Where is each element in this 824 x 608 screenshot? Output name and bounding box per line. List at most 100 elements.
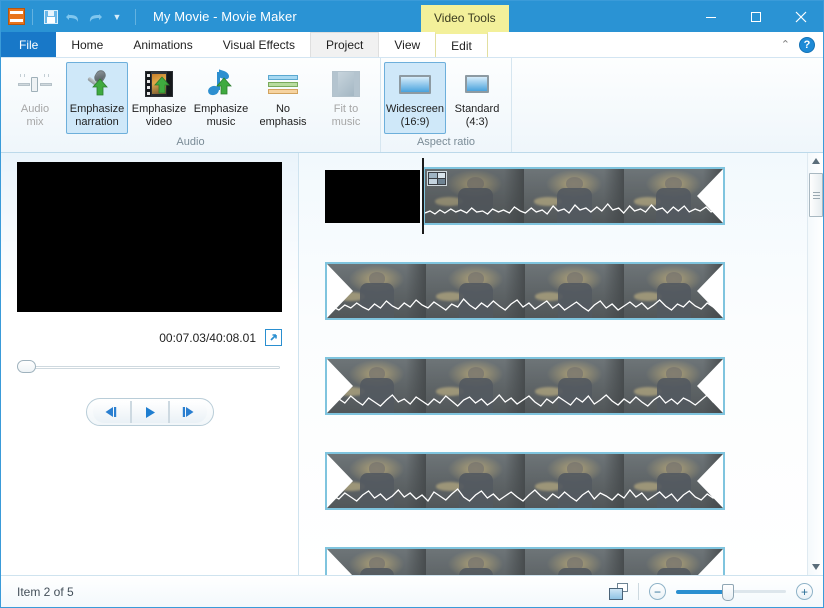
scrollbar-thumb[interactable]	[809, 173, 823, 217]
emphasize-narration-label: Emphasize narration	[69, 103, 125, 128]
seek-track	[25, 365, 280, 369]
ribbon-group-audio: Audio mix Emphasize narration Emphasize …	[1, 58, 380, 152]
fit-to-music-label: Fit to music	[331, 103, 361, 128]
emphasize-narration-icon	[77, 67, 117, 101]
audio-mix-label: Audio mix	[20, 103, 50, 128]
no-emphasis-button[interactable]: No emphasis	[252, 62, 314, 134]
clip-thumbnails	[327, 454, 723, 508]
emphasize-narration-button[interactable]: Emphasize narration	[66, 62, 128, 134]
tab-view[interactable]: View	[379, 32, 436, 57]
maximize-button[interactable]	[733, 1, 778, 32]
clip-thumbnails	[327, 264, 723, 318]
customize-qat-icon[interactable]: ▼	[106, 6, 128, 28]
thumbnail-size-icon[interactable]	[609, 583, 628, 600]
standard-button[interactable]: Standard (4:3)	[446, 62, 508, 134]
preview-pane: 00:07.03/40:08.01	[1, 153, 299, 575]
timeline-clip[interactable]	[325, 452, 725, 510]
widescreen-icon	[395, 67, 435, 101]
tab-animations[interactable]: Animations	[118, 32, 208, 57]
timeline-clip[interactable]	[423, 167, 725, 225]
timeline-vertical-scrollbar[interactable]	[807, 153, 823, 575]
ribbon: Audio mix Emphasize narration Emphasize …	[1, 58, 823, 153]
window-controls	[688, 1, 823, 32]
undo-icon[interactable]	[62, 6, 84, 28]
timeline-row	[325, 262, 807, 322]
tab-file[interactable]: File	[1, 32, 57, 57]
title-bar: ▼ My Movie - Movie Maker Video Tools	[1, 1, 823, 32]
next-frame-button[interactable]	[168, 401, 207, 423]
ribbon-group-audio-label: Audio	[176, 136, 205, 148]
video-tools-label: Video Tools	[421, 5, 509, 32]
black-leader[interactable]	[325, 170, 420, 223]
media-type-badge-icon	[427, 171, 447, 186]
timeline-row	[325, 357, 807, 417]
close-button[interactable]	[778, 1, 823, 32]
item-status-label: Item 2 of 5	[17, 584, 74, 599]
timecode-display: 00:07.03/40:08.01	[159, 330, 256, 345]
emphasize-video-button[interactable]: Emphasize video	[128, 62, 190, 134]
seek-bar[interactable]	[17, 359, 282, 375]
minimize-button[interactable]	[688, 1, 733, 32]
clip-thumbnails	[327, 359, 723, 413]
window-title: My Movie - Movie Maker	[153, 9, 297, 24]
collapse-ribbon-icon[interactable]: ⌃	[781, 38, 790, 51]
zoom-slider-filled-track	[676, 589, 728, 594]
zoom-slider[interactable]	[676, 583, 786, 601]
ribbon-group-aspect-ratio: Widescreen (16:9) Standard (4:3) Aspect …	[380, 58, 511, 152]
save-icon[interactable]	[40, 6, 62, 28]
contextual-tab-group: Video Tools	[421, 5, 509, 32]
standard-icon	[457, 67, 497, 101]
qat-divider-2	[135, 8, 136, 25]
main-body: 00:07.03/40:08.01	[1, 153, 823, 575]
timeline-clip[interactable]	[325, 357, 725, 415]
zoom-in-button[interactable]: +	[796, 583, 813, 600]
scroll-up-icon[interactable]	[808, 153, 823, 169]
seek-thumb[interactable]	[17, 360, 36, 373]
widescreen-label: Widescreen (16:9)	[385, 103, 445, 128]
scrollbar-track[interactable]	[808, 169, 823, 559]
audio-mix-button[interactable]: Audio mix	[4, 62, 66, 134]
ribbon-tab-bar: File Home Animations Visual Effects Proj…	[1, 32, 823, 58]
tab-home[interactable]: Home	[56, 32, 119, 57]
timeline-storyboard	[299, 153, 807, 575]
qat-divider	[32, 8, 33, 25]
audio-mix-icon	[15, 67, 55, 101]
timeline-row	[325, 158, 807, 234]
preview-monitor[interactable]	[17, 162, 282, 312]
clip-thumbnails	[327, 549, 723, 575]
scrollbar-grip-icon	[812, 190, 820, 201]
emphasize-music-button[interactable]: Emphasize music	[190, 62, 252, 134]
timeline-clip[interactable]	[325, 262, 725, 320]
no-emphasis-icon	[263, 67, 303, 101]
standard-label: Standard (4:3)	[454, 103, 500, 128]
emphasize-video-label: Emphasize video	[131, 103, 187, 128]
emphasize-video-icon	[139, 67, 179, 101]
play-button[interactable]	[130, 401, 169, 423]
playhead[interactable]	[422, 158, 424, 234]
tab-project[interactable]: Project	[310, 32, 380, 57]
zoom-slider-thumb[interactable]	[722, 583, 734, 601]
timeline-pane[interactable]	[299, 153, 823, 575]
help-icon[interactable]: ?	[799, 36, 815, 53]
widescreen-button[interactable]: Widescreen (16:9)	[384, 62, 446, 134]
transport-controls	[85, 398, 214, 426]
tab-edit[interactable]: Edit	[435, 32, 488, 57]
clip-thumbnails	[425, 169, 723, 223]
scroll-down-icon[interactable]	[808, 559, 823, 575]
emphasize-music-icon	[201, 67, 241, 101]
tab-visual-effects[interactable]: Visual Effects	[207, 32, 310, 57]
movie-maker-window: ▼ My Movie - Movie Maker Video Tools Fil…	[0, 0, 824, 608]
timecode-row: 00:07.03/40:08.01	[17, 329, 282, 346]
fit-to-music-button[interactable]: Fit to music	[315, 62, 377, 134]
ribbon-empty-area	[511, 58, 823, 152]
redo-icon[interactable]	[84, 6, 106, 28]
timeline-row	[325, 452, 807, 512]
tab-bar-right-controls: ⌃ ?	[781, 32, 823, 57]
timeline-clip[interactable]	[325, 547, 725, 575]
no-emphasis-label: No emphasis	[259, 103, 307, 128]
previous-frame-button[interactable]	[92, 401, 131, 423]
fullscreen-icon[interactable]	[265, 329, 282, 346]
movie-maker-icon	[8, 8, 25, 25]
zoom-out-button[interactable]: −	[649, 583, 666, 600]
zoom-slider-empty-track	[728, 590, 786, 593]
